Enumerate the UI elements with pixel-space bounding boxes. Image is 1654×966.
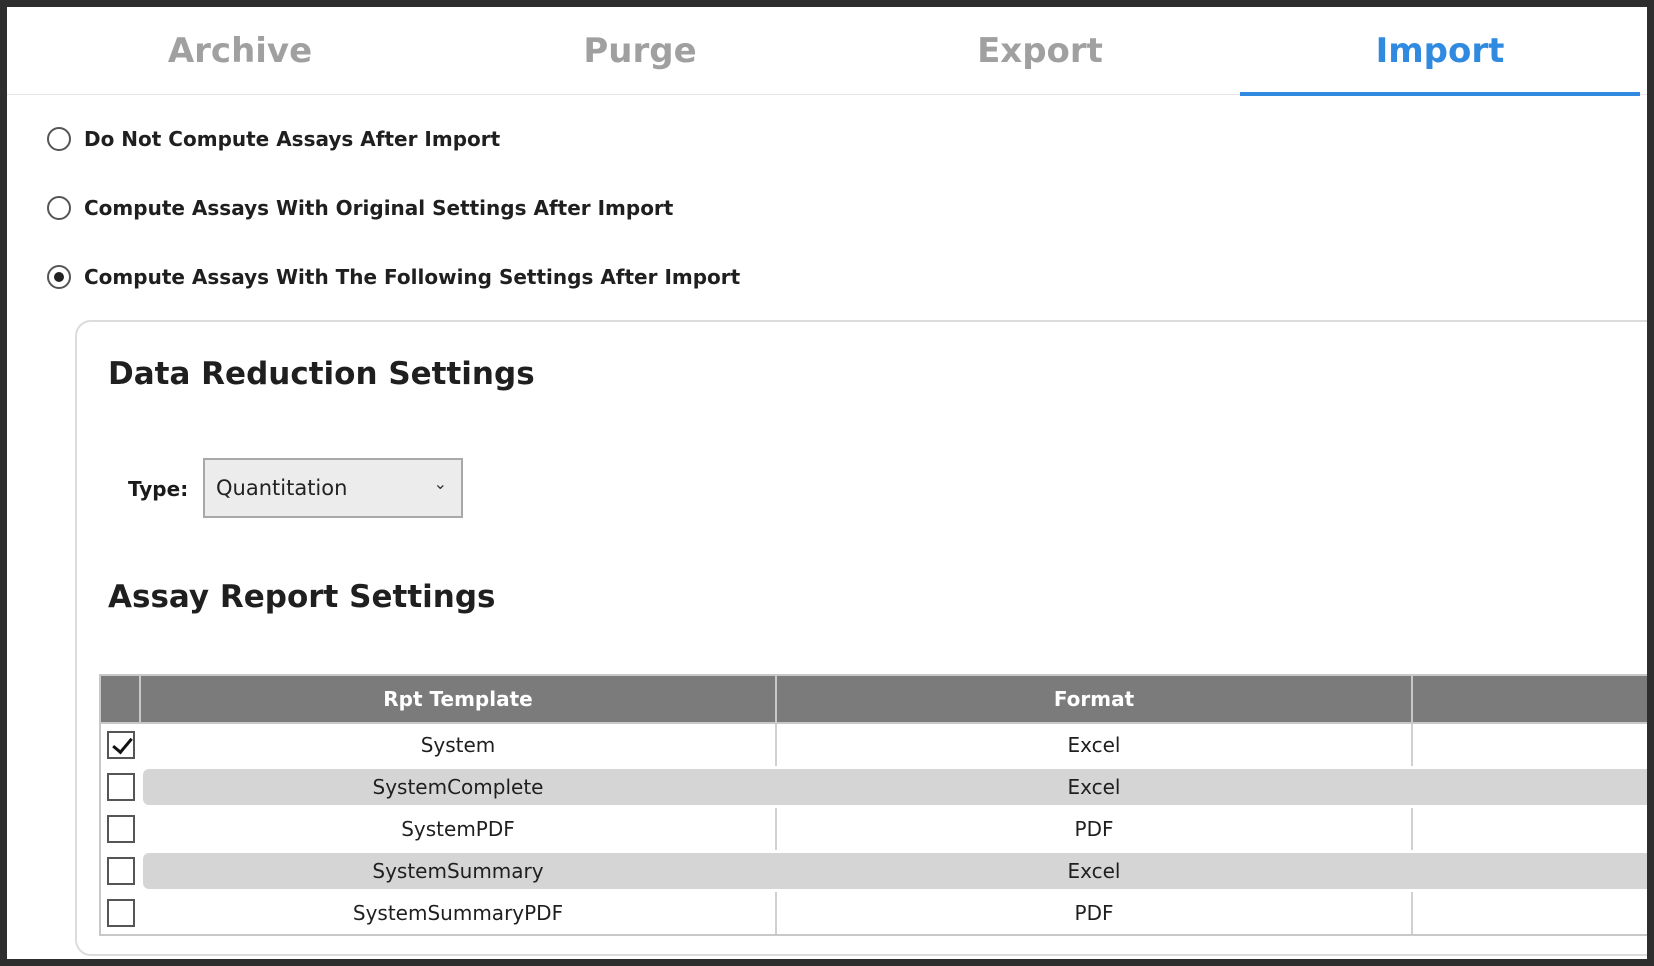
table-row[interactable]: SystemComplete Excel	[101, 766, 1647, 808]
tab-bar: Archive Purge Export Import	[7, 7, 1647, 96]
row-checkbox[interactable]	[107, 773, 135, 801]
assay-report-title: Assay Report Settings	[108, 579, 496, 615]
report-template-table: Rpt Template Format System Excel SystemC…	[99, 674, 1647, 936]
table-row[interactable]: SystemSummaryPDF PDF	[101, 892, 1647, 934]
tab-archive[interactable]: Archive	[40, 7, 440, 95]
template-cell: SystemSummary	[372, 859, 544, 883]
tab-purge[interactable]: Purge	[440, 7, 840, 95]
extra-cell	[1413, 766, 1647, 808]
extra-cell	[1413, 724, 1647, 766]
format-cell: Excel	[1067, 859, 1121, 883]
radio-compute-following[interactable]: Compute Assays With The Following Settin…	[47, 265, 740, 289]
type-select-value: Quantitation	[216, 476, 348, 500]
tab-import[interactable]: Import	[1240, 7, 1640, 96]
template-cell: SystemComplete	[372, 775, 544, 799]
template-cell: SystemSummaryPDF	[141, 892, 777, 934]
row-checkbox[interactable]	[107, 815, 135, 843]
table-row[interactable]: SystemSummary Excel	[101, 850, 1647, 892]
tab-export[interactable]: Export	[840, 7, 1240, 95]
table-row[interactable]: System Excel	[101, 724, 1647, 766]
row-select-cell	[101, 892, 141, 934]
radio-label: Do Not Compute Assays After Import	[84, 127, 501, 151]
data-reduction-title: Data Reduction Settings	[108, 356, 535, 392]
radio-do-not-compute[interactable]: Do Not Compute Assays After Import	[47, 127, 500, 151]
settings-panel: Data Reduction Settings Type: Quantitati…	[75, 320, 1647, 956]
extra-cell	[1413, 850, 1647, 892]
extra-cell	[1413, 892, 1647, 934]
chevron-down-icon: ⌄	[433, 474, 447, 493]
import-settings-window: Archive Purge Export Import Do Not Compu…	[0, 0, 1654, 966]
format-cell: PDF	[777, 808, 1413, 850]
format-cell: Excel	[777, 724, 1413, 766]
column-header-extra	[1413, 676, 1647, 722]
row-checkbox[interactable]	[107, 857, 135, 885]
select-column-header	[101, 676, 141, 722]
extra-cell	[1413, 808, 1647, 850]
row-checkbox[interactable]	[107, 731, 135, 759]
type-select[interactable]: Quantitation ⌄	[203, 458, 463, 518]
radio-button-selected[interactable]	[47, 265, 71, 289]
template-cell: System	[141, 724, 777, 766]
row-checkbox[interactable]	[107, 899, 135, 927]
type-label: Type:	[128, 477, 189, 501]
radio-label: Compute Assays With The Following Settin…	[84, 265, 741, 289]
format-cell: Excel	[1067, 775, 1121, 799]
table-row[interactable]: SystemPDF PDF	[101, 808, 1647, 850]
radio-button[interactable]	[47, 127, 71, 151]
format-cell: PDF	[777, 892, 1413, 934]
template-cell: SystemPDF	[141, 808, 777, 850]
row-select-cell	[101, 724, 141, 766]
column-header-rpt-template[interactable]: Rpt Template	[141, 676, 777, 722]
table-header: Rpt Template Format	[101, 676, 1647, 724]
row-select-cell	[101, 766, 141, 808]
row-select-cell	[101, 808, 141, 850]
radio-compute-original[interactable]: Compute Assays With Original Settings Af…	[47, 196, 673, 220]
column-header-format[interactable]: Format	[777, 676, 1413, 722]
radio-button[interactable]	[47, 196, 71, 220]
radio-label: Compute Assays With Original Settings Af…	[84, 196, 674, 220]
row-select-cell	[101, 850, 141, 892]
